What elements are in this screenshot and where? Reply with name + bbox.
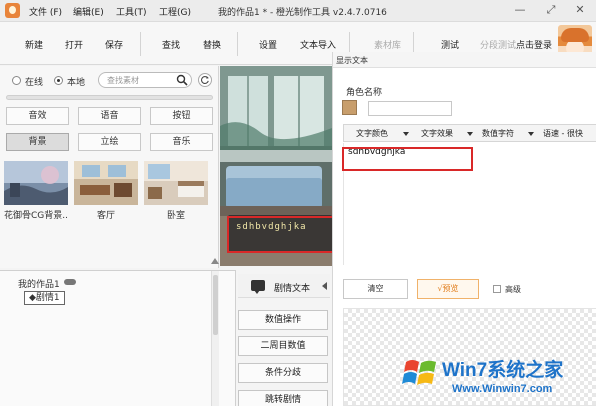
project-tree: 我的作品1 ◆剧情1 bbox=[0, 270, 236, 406]
thumbnail-size-slider[interactable] bbox=[6, 95, 213, 100]
command-jump-story[interactable]: 跳转剧情 bbox=[238, 390, 328, 406]
thumbnail-item[interactable]: 花御骨CG背景... bbox=[4, 161, 68, 223]
category-button[interactable]: 按钮 bbox=[150, 107, 213, 125]
minimize-icon[interactable]: — bbox=[514, 4, 526, 16]
tree-root-item[interactable]: 我的作品1 bbox=[18, 277, 60, 290]
save-button[interactable]: 保存 bbox=[105, 38, 123, 51]
tree-scrollbar[interactable] bbox=[211, 271, 219, 406]
open-button[interactable]: 打开 bbox=[65, 38, 83, 51]
replace-button[interactable]: 替换 bbox=[203, 38, 221, 51]
toolbar-divider bbox=[237, 32, 238, 56]
dialog-title: 显示文本 bbox=[336, 56, 368, 65]
segment-test-button[interactable]: 分段测试 bbox=[480, 38, 516, 51]
command-header[interactable]: 剧情文本 bbox=[238, 274, 330, 298]
menu-edit[interactable]: 编辑(E) bbox=[73, 5, 104, 18]
advanced-checkbox[interactable] bbox=[493, 285, 501, 293]
new-button[interactable]: 新建 bbox=[25, 38, 43, 51]
chevron-down-icon[interactable] bbox=[467, 132, 473, 136]
character-name-input[interactable] bbox=[368, 101, 452, 116]
category-voice[interactable]: 语音 bbox=[78, 107, 141, 125]
asset-panel: 在线 本地 音效 语音 按钮 背景 立绘 音乐 bbox=[0, 66, 219, 268]
highlight-annotation bbox=[342, 147, 473, 171]
toolbar-divider bbox=[140, 32, 141, 56]
asset-search-input[interactable] bbox=[107, 74, 173, 86]
command-condition-branch[interactable]: 条件分歧 bbox=[238, 363, 328, 383]
tree-child-label: ◆剧情1 bbox=[29, 293, 60, 303]
menu-file[interactable]: 文件 (F) bbox=[29, 5, 62, 18]
text-import-button[interactable]: 文本导入 bbox=[300, 38, 336, 51]
text-effect-dropdown[interactable]: 文字效果 bbox=[421, 128, 453, 139]
name-color-swatch[interactable] bbox=[342, 100, 357, 115]
thumbnail-label: 客厅 bbox=[96, 211, 115, 221]
dialog-titlebar: 显示文本 bbox=[333, 52, 596, 68]
thumbnail-item[interactable]: 客厅 bbox=[74, 161, 138, 223]
command-header-label: 剧情文本 bbox=[274, 284, 311, 294]
category-background[interactable]: 背景 bbox=[6, 133, 69, 151]
background-thumbnail bbox=[4, 161, 68, 205]
command-numeric-op[interactable]: 数值操作 bbox=[238, 310, 328, 330]
menu-tools[interactable]: 工具(T) bbox=[116, 5, 147, 18]
radio-local-label: 本地 bbox=[67, 78, 86, 88]
category-portrait[interactable]: 立绘 bbox=[78, 133, 141, 151]
window-title: 我的作品1 * - 橙光制作工具 v2.4.7.0716 bbox=[218, 8, 387, 18]
show-text-dialog: 显示文本 角色名称 文字颜色 文字效果 数值字符 语速 - 很快 sdhbvdg… bbox=[332, 52, 596, 406]
clear-button[interactable]: 清空 bbox=[343, 279, 408, 299]
watermark-brand: Win7系统之家 bbox=[442, 360, 564, 381]
login-link[interactable]: 点击登录 bbox=[516, 38, 552, 51]
preview-button[interactable]: √预览 bbox=[417, 279, 479, 299]
app-window: 文件 (F) 编辑(E) 工具(T) 工程(G) 我的作品1 * - 橙光制作工… bbox=[0, 0, 596, 406]
format-toolbar: 文字颜色 文字效果 数值字符 语速 - 很快 bbox=[343, 124, 596, 142]
asset-search-box bbox=[98, 72, 192, 88]
tree-toggle-icon[interactable] bbox=[64, 279, 76, 285]
search-icon[interactable] bbox=[176, 74, 188, 86]
category-music[interactable]: 音乐 bbox=[150, 133, 213, 151]
chat-bubble-icon bbox=[251, 280, 265, 294]
windows-logo-icon bbox=[402, 360, 436, 385]
text-color-dropdown[interactable]: 文字颜色 bbox=[356, 128, 388, 139]
settings-button[interactable]: 设置 bbox=[259, 38, 277, 51]
command-second-round-value[interactable]: 二周目数值 bbox=[238, 336, 328, 356]
chevron-down-icon[interactable] bbox=[528, 132, 534, 136]
radio-online[interactable] bbox=[12, 76, 21, 85]
thumbnail-item[interactable]: 卧室 bbox=[144, 161, 208, 223]
watermark-url: Www.Winwin7.com bbox=[452, 383, 553, 395]
collapse-left-icon[interactable] bbox=[322, 282, 327, 290]
advanced-label: 高级 bbox=[505, 285, 521, 294]
restore-icon[interactable]: ⤢ bbox=[545, 4, 557, 16]
character-name-label: 角色名称 bbox=[346, 88, 383, 98]
scroll-up-icon[interactable] bbox=[211, 258, 219, 264]
close-icon[interactable]: ✕ bbox=[574, 4, 586, 16]
tree-child-item[interactable]: ◆剧情1 bbox=[24, 291, 65, 305]
thumbnail-label: 卧室 bbox=[166, 211, 185, 221]
app-logo-icon bbox=[5, 3, 20, 18]
value-char-dropdown[interactable]: 数值字符 bbox=[482, 128, 514, 139]
radio-online-label: 在线 bbox=[25, 78, 44, 88]
thumbnail-label: 花御骨CG背景... bbox=[4, 211, 68, 221]
menu-project[interactable]: 工程(G) bbox=[159, 5, 191, 18]
asset-library-button[interactable]: 素材库 bbox=[374, 38, 401, 51]
background-thumbnail bbox=[144, 161, 208, 205]
speech-speed-dropdown[interactable]: 语速 - 很快 bbox=[543, 128, 583, 139]
radio-local[interactable] bbox=[54, 76, 63, 85]
find-button[interactable]: 查找 bbox=[162, 38, 180, 51]
refresh-icon[interactable] bbox=[198, 73, 212, 87]
tree-scrollbar-thumb[interactable] bbox=[213, 275, 218, 335]
category-sound-effect[interactable]: 音效 bbox=[6, 107, 69, 125]
test-button[interactable]: 测试 bbox=[441, 38, 459, 51]
chevron-down-icon[interactable] bbox=[403, 132, 409, 136]
background-thumbnail bbox=[74, 161, 138, 205]
title-bar: 文件 (F) 编辑(E) 工具(T) 工程(G) 我的作品1 * - 橙光制作工… bbox=[0, 0, 596, 22]
